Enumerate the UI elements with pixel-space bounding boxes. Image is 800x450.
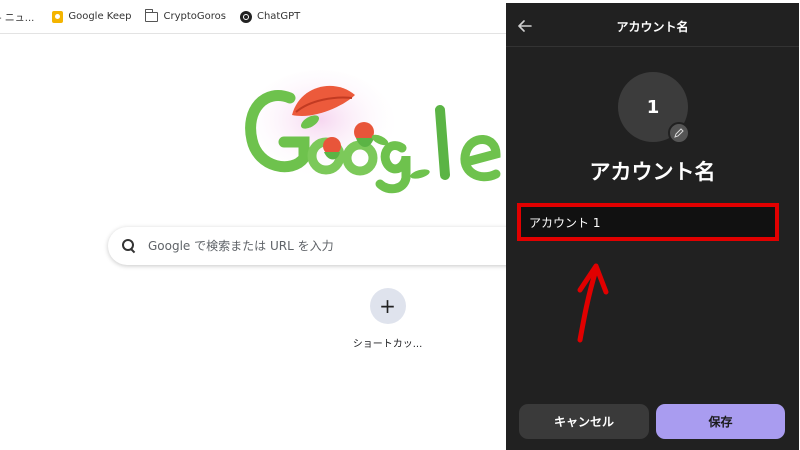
search-input[interactable] xyxy=(148,239,488,253)
cancel-button[interactable]: キャンセル xyxy=(519,404,649,439)
bookmark-label: CryptoGoros xyxy=(163,11,226,22)
bookmark-label: ChatGPT xyxy=(256,11,301,22)
chatgpt-icon xyxy=(239,10,252,23)
google-keep-icon xyxy=(52,10,64,23)
google-doodle-icon xyxy=(245,70,501,194)
save-button[interactable]: 保存 xyxy=(656,404,785,439)
bookmark-cryptogoros[interactable]: CryptoGoros xyxy=(144,8,226,22)
red-arrow-up-icon xyxy=(566,256,616,346)
google-doodle[interactable] xyxy=(240,70,506,195)
pencil-icon[interactable] xyxy=(668,122,690,144)
browser-page: - ニュ... Google Keep CryptoGoros ChatGPT xyxy=(0,0,800,450)
bookmark-news[interactable]: - ニュ... xyxy=(0,9,34,24)
name-field-highlight xyxy=(517,203,779,241)
panel-header: アカウント名 xyxy=(506,3,799,47)
account-name-panel: アカウント名 1 アカウント名 キャンセル 保存 xyxy=(506,3,799,450)
shortcut-label: ショートカッ... xyxy=(352,339,423,350)
folder-icon xyxy=(144,8,159,22)
bookmark-chatgpt[interactable]: ChatGPT xyxy=(239,10,301,23)
account-name-input[interactable] xyxy=(521,207,775,237)
search-box[interactable] xyxy=(108,227,528,265)
panel-title: アカウント名 xyxy=(616,20,689,34)
bookmark-label: Google Keep xyxy=(68,11,132,22)
plus-icon[interactable]: + xyxy=(369,288,406,324)
bookmark-label: - ニュ... xyxy=(0,13,35,24)
add-shortcut[interactable]: + ショートカッ... xyxy=(345,288,430,350)
search-icon xyxy=(122,239,136,253)
account-display-name: アカウント名 xyxy=(589,160,716,184)
bookmark-google-keep[interactable]: Google Keep xyxy=(52,10,132,23)
